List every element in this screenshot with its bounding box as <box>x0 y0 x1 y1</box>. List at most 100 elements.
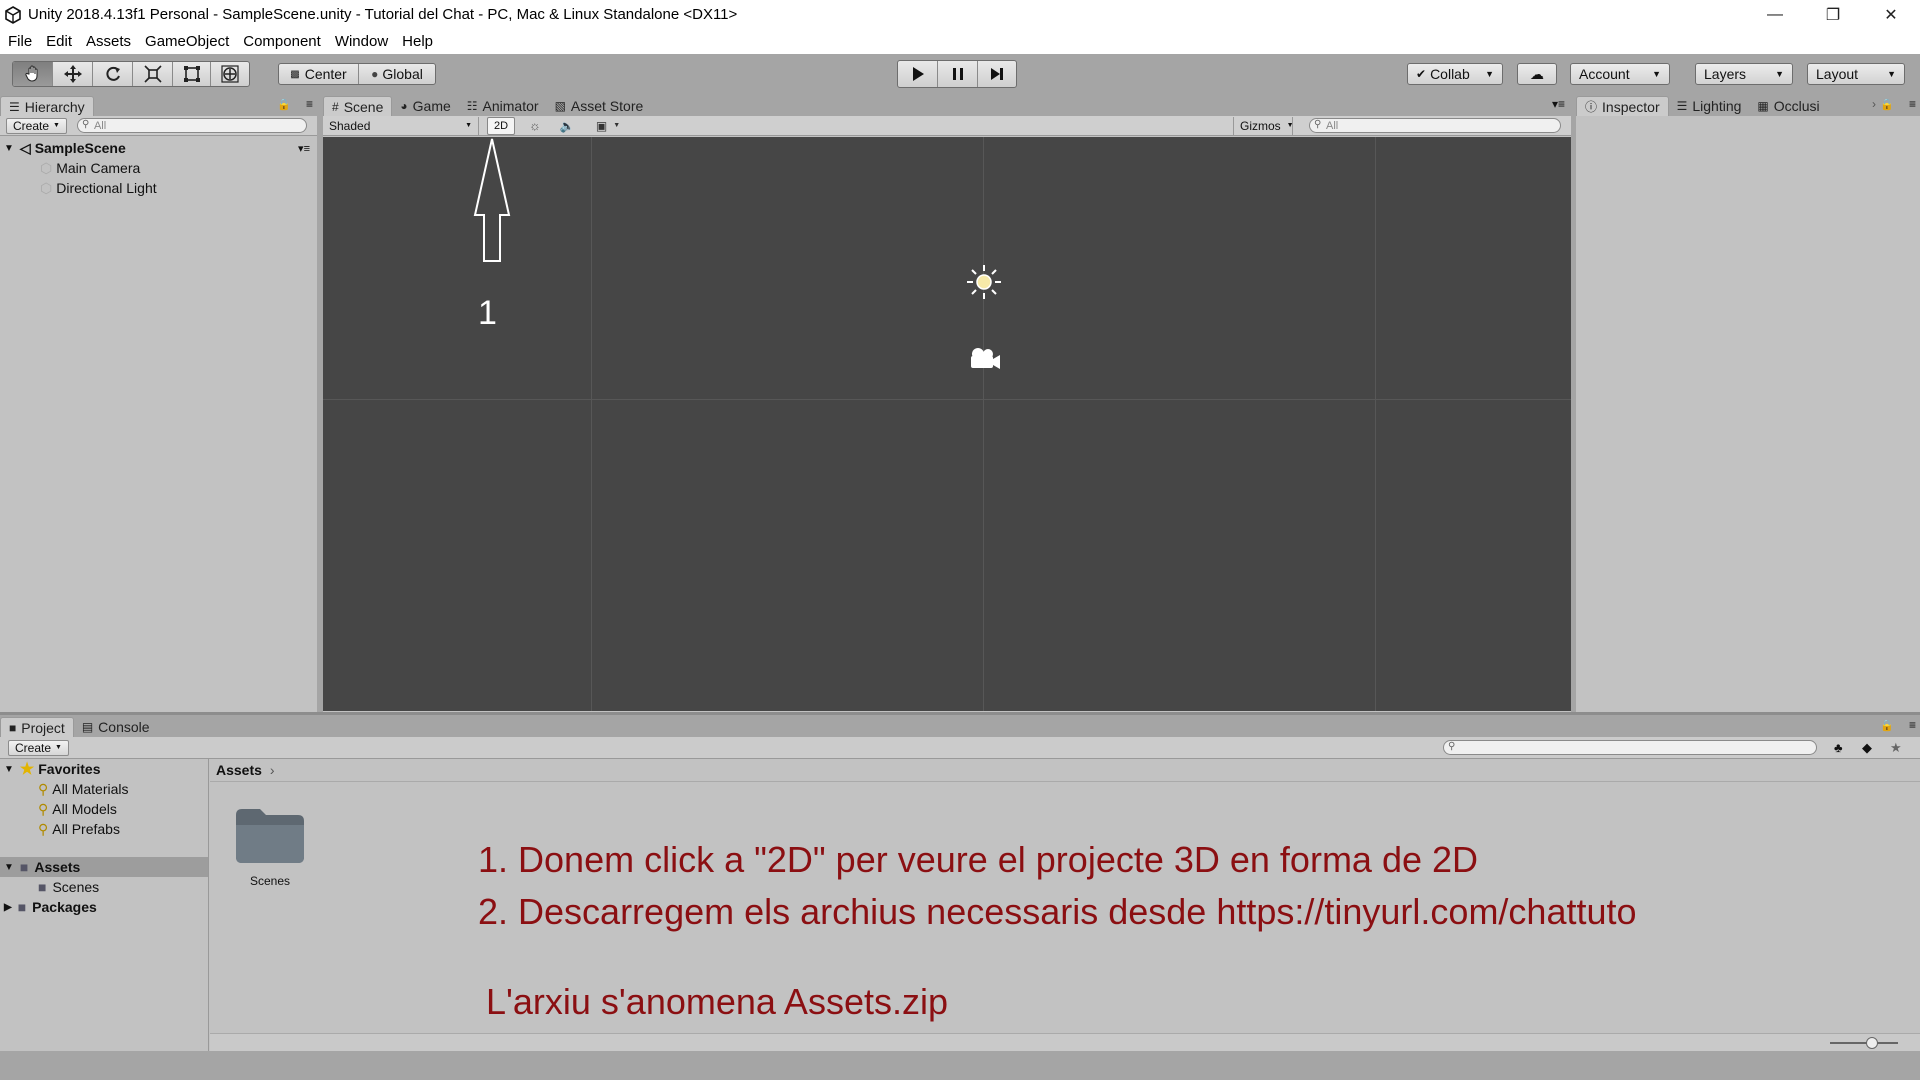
hierarchy-item-directional-light[interactable]: ⬡ Directional Light <box>40 178 157 198</box>
icon-size-slider[interactable] <box>1830 1037 1898 1049</box>
scene-lighting-toggle[interactable]: ☼ <box>521 117 549 135</box>
camera-icon[interactable] <box>966 346 1002 372</box>
tab-project-label: Project <box>21 719 65 736</box>
project-create-button[interactable]: Create ▼ <box>8 739 69 756</box>
layout-dropdown[interactable]: Layout ▼ <box>1807 63 1905 85</box>
scene-tabbar: # Scene ◕ Game ☷ Animator ▧ Asset Store … <box>323 94 1571 116</box>
favorite-item-all-materials[interactable]: ⚲ All Materials <box>38 779 129 799</box>
gizmos-label: Gizmos <box>1240 118 1281 133</box>
favorite-item-all-models[interactable]: ⚲ All Models <box>38 799 117 819</box>
hierarchy-search-placeholder: All <box>93 119 107 132</box>
step-icon[interactable] <box>978 61 1016 87</box>
scene-effects-dropdown[interactable]: ▣ ▼ <box>591 117 625 135</box>
favorite-item-all-prefabs[interactable]: ⚲ All Prefabs <box>38 819 120 839</box>
hierarchy-create-button[interactable]: Create ▼ <box>6 117 67 134</box>
panel-menu-icon[interactable]: ▾≡ <box>1552 97 1565 111</box>
tab-game[interactable]: ◕ Game <box>392 96 458 116</box>
scene-viewport[interactable]: 1 <box>323 137 1571 711</box>
menu-file[interactable]: File <box>8 33 32 50</box>
directional-light-icon[interactable] <box>966 264 1002 300</box>
folder-label: Scenes <box>249 874 291 888</box>
hierarchy-item-label: Directional Light <box>56 180 157 196</box>
expand-arrow-icon[interactable]: ▼ <box>4 143 14 154</box>
transform-tool-icon[interactable] <box>211 62 249 86</box>
scene-toolbar: Shaded ▼ 2D ☼ 🔈 ▣ ▼ Gizmos ▼ ⚲ All <box>323 116 1571 136</box>
collapse-arrow-icon[interactable]: ▶ <box>4 902 12 913</box>
folder-item-scenes[interactable]: ■ Scenes <box>38 877 99 897</box>
tab-console[interactable]: ▤ Console <box>74 717 158 737</box>
rect-tool-icon[interactable] <box>173 62 211 86</box>
packages-row[interactable]: ▶ ■ Packages <box>4 897 97 917</box>
tab-hierarchy[interactable]: ☰ Hierarchy <box>0 96 94 116</box>
chevron-down-icon: ▼ <box>613 122 621 129</box>
asset-folder-scenes[interactable]: Scenes <box>234 805 306 888</box>
collab-dropdown[interactable]: ✔ Collab ▼ <box>1407 63 1503 85</box>
tab-animator[interactable]: ☷ Animator <box>459 96 547 116</box>
grid-line <box>591 137 592 711</box>
console-icon: ▤ <box>81 720 94 734</box>
rotate-tool-icon[interactable] <box>93 62 133 86</box>
pause-icon[interactable] <box>938 61 978 87</box>
hierarchy-item-main-camera[interactable]: ⬡ Main Camera <box>40 158 140 178</box>
instruction-line-3: L'arxiu s'anomena Assets.zip <box>486 981 948 1022</box>
space-global-button[interactable]: ● Global <box>359 64 435 84</box>
scene-search-input[interactable]: ⚲ All <box>1309 118 1561 133</box>
grid-line <box>983 137 984 711</box>
search-icon: ⚲ <box>1448 741 1456 752</box>
packages-label: Packages <box>32 899 97 915</box>
menu-window[interactable]: Window <box>335 33 388 50</box>
chevron-right-icon[interactable]: › <box>1872 97 1876 111</box>
favorite-label: All Materials <box>52 781 129 797</box>
panel-menu-icon[interactable]: ≡ <box>1909 97 1916 111</box>
tab-lighting[interactable]: ☰ Lighting <box>1669 96 1750 116</box>
hierarchy-create-label: Create <box>13 118 50 133</box>
expand-arrow-icon[interactable]: ▼ <box>4 764 14 775</box>
star-filter-icon[interactable]: ★ <box>1890 740 1902 756</box>
cloud-button[interactable]: ☁ <box>1517 63 1557 85</box>
gizmos-dropdown[interactable]: Gizmos ▼ <box>1233 116 1294 135</box>
project-search-input[interactable]: ⚲ <box>1443 740 1817 755</box>
tab-project[interactable]: ■ Project <box>0 717 74 737</box>
tab-scene[interactable]: # Scene <box>323 96 393 116</box>
breadcrumb-assets[interactable]: Assets <box>216 762 262 778</box>
scene-root-row[interactable]: ▼ ◁ SampleScene ▾≡ <box>4 138 314 158</box>
tab-animator-label: Animator <box>482 98 539 114</box>
menu-help[interactable]: Help <box>402 33 433 50</box>
menu-gameobject[interactable]: GameObject <box>145 33 229 50</box>
shading-mode-dropdown[interactable]: Shaded ▼ <box>329 116 479 135</box>
play-icon[interactable] <box>898 61 938 87</box>
scene-menu-icon[interactable]: ▾≡ <box>298 142 310 155</box>
move-tool-icon[interactable] <box>53 62 93 86</box>
favorites-row[interactable]: ▼ ★ Favorites <box>4 759 101 779</box>
hierarchy-search-input[interactable]: ⚲ All <box>76 118 307 133</box>
filter-by-type-icon[interactable]: ♣ <box>1834 740 1843 755</box>
expand-arrow-icon[interactable]: ▼ <box>4 862 14 873</box>
lock-icon[interactable]: 🔒 <box>277 98 291 111</box>
assets-row[interactable]: ▼ ■ Assets <box>0 857 208 877</box>
pivot-center-button[interactable]: ▩ Center <box>279 64 359 84</box>
slider-handle[interactable] <box>1866 1037 1878 1049</box>
panel-menu-icon[interactable]: ≡ <box>1909 718 1916 732</box>
close-icon[interactable]: ✕ <box>1862 0 1920 29</box>
lock-icon[interactable]: 🔒 <box>1880 98 1894 111</box>
scene-audio-toggle[interactable]: 🔈 <box>553 117 581 135</box>
hand-tool-icon[interactable] <box>13 62 53 86</box>
restore-icon[interactable]: ❐ <box>1804 0 1862 29</box>
menu-component[interactable]: Component <box>243 33 321 50</box>
layers-dropdown[interactable]: Layers ▼ <box>1695 63 1793 85</box>
minimize-icon[interactable]: — <box>1746 0 1804 29</box>
toggle-2d-button[interactable]: 2D <box>487 117 515 135</box>
tab-inspector[interactable]: ⓘ Inspector <box>1576 96 1669 116</box>
filter-by-label-icon[interactable]: ◆ <box>1862 740 1872 756</box>
menu-edit[interactable]: Edit <box>46 33 72 50</box>
panel-menu-icon[interactable]: ≡ <box>306 97 313 111</box>
star-icon: ★ <box>19 761 35 778</box>
tab-console-label: Console <box>98 719 150 735</box>
tab-occlusion[interactable]: ▦ Occlusi <box>1749 96 1829 116</box>
collab-label: Collab <box>1430 66 1470 82</box>
menu-assets[interactable]: Assets <box>86 33 131 50</box>
scale-tool-icon[interactable] <box>133 62 173 86</box>
lock-icon[interactable]: 🔒 <box>1880 719 1894 732</box>
tab-asset-store[interactable]: ▧ Asset Store <box>547 96 652 116</box>
account-dropdown[interactable]: Account ▼ <box>1570 63 1670 85</box>
